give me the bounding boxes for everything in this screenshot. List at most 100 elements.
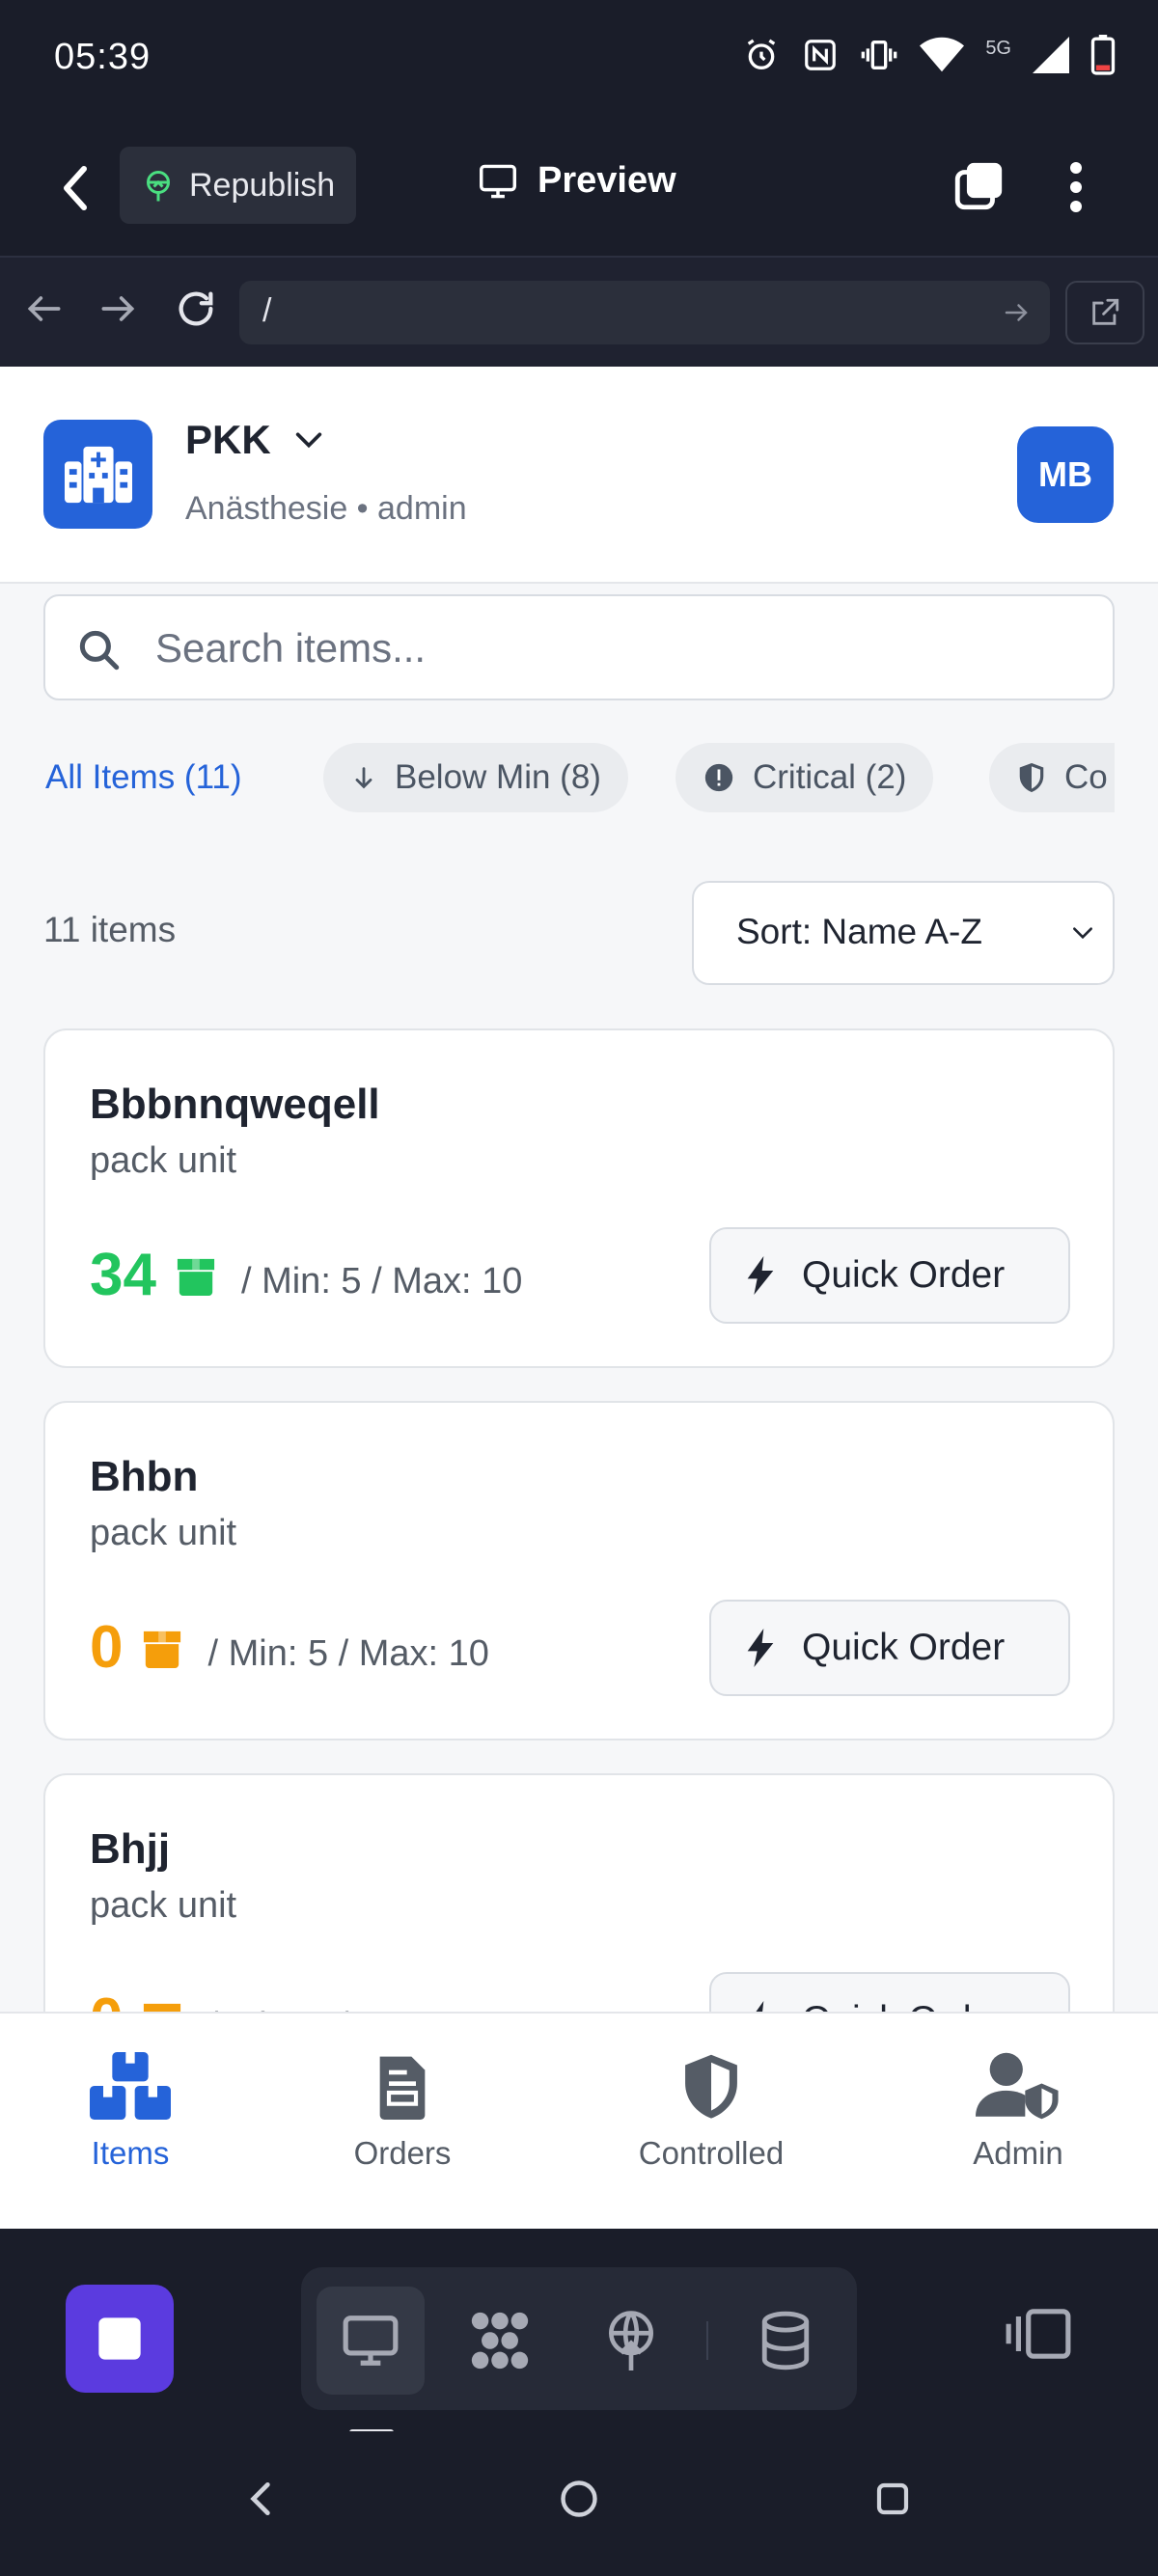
- sort-select[interactable]: Sort: Name A-Z: [692, 881, 1115, 985]
- back-button[interactable]: [53, 159, 99, 217]
- stop-button[interactable]: [66, 2285, 174, 2393]
- filter-critical[interactable]: Critical (2): [676, 743, 934, 812]
- filter-controlled[interactable]: Co: [989, 743, 1115, 812]
- database-icon: [761, 2311, 810, 2370]
- republish-button[interactable]: Republish: [120, 147, 356, 224]
- nfc-icon: [805, 40, 837, 70]
- min-max: / Min: 5 / Max: 10: [207, 1633, 489, 1674]
- url-text: /: [262, 292, 272, 329]
- stop-icon: [98, 2317, 141, 2360]
- shield-icon: [685, 2054, 737, 2119]
- globe-publish-icon: [609, 2311, 653, 2370]
- nav-orders[interactable]: Orders: [282, 2014, 523, 2229]
- quick-order-button[interactable]: Quick Order: [709, 1227, 1070, 1324]
- more-vertical-icon: [1070, 162, 1082, 212]
- system-back-button[interactable]: [241, 2478, 280, 2525]
- tabs-icon: [954, 162, 1003, 210]
- lightning-icon: [747, 1629, 774, 1667]
- more-options-button[interactable]: [1062, 158, 1090, 216]
- arrow-left-icon: [27, 296, 61, 321]
- chevron-down-icon: [1073, 927, 1092, 940]
- arrow-right-icon: [101, 296, 135, 321]
- clock: 05:39: [54, 37, 152, 77]
- item-count: 11 items: [43, 910, 177, 949]
- system-home-button[interactable]: [558, 2478, 600, 2525]
- nav-label: Orders: [353, 2135, 452, 2171]
- monitor-icon: [343, 2316, 399, 2366]
- hospital-logo: [43, 420, 152, 529]
- filter-all-items[interactable]: All Items (11): [43, 743, 269, 812]
- hospital-icon: [64, 446, 132, 503]
- avatar[interactable]: MB: [1017, 426, 1114, 523]
- status-bar: 05:39 5G: [0, 0, 1158, 116]
- database-view-button[interactable]: [731, 2287, 840, 2395]
- alarm-icon: [748, 39, 776, 69]
- item-card[interactable]: Bhbn pack unit 0 / Min: 5 / Max: 10 Quic…: [43, 1401, 1115, 1740]
- monitor-icon: [480, 164, 516, 198]
- open-external-button[interactable]: [1065, 281, 1144, 344]
- lightning-icon: [747, 1256, 774, 1295]
- preview-toolbar: Republish Preview: [0, 116, 1158, 256]
- go-arrow-icon[interactable]: [1002, 296, 1031, 329]
- preview-title: Preview: [478, 160, 676, 202]
- box-icon: [177, 1258, 215, 1296]
- quick-order-button[interactable]: Quick Order: [709, 1600, 1070, 1696]
- arrow-down-icon: [355, 767, 372, 789]
- sort-label: Sort: Name A-Z: [736, 912, 982, 951]
- url-input[interactable]: /: [239, 281, 1050, 344]
- nav-items[interactable]: Items: [10, 2014, 251, 2229]
- search-placeholder: Search items...: [155, 625, 427, 671]
- editor-dock: [0, 2229, 1158, 2435]
- nav-controlled[interactable]: Controlled: [591, 2014, 832, 2229]
- stock-level: 0 / Min: 5 / Max: 10: [90, 1613, 489, 1682]
- side-panel-icon: [1006, 2309, 1071, 2359]
- shield-icon: [1019, 762, 1044, 793]
- item-unit: pack unit: [90, 1140, 237, 1181]
- system-navigation: [0, 2431, 1158, 2576]
- item-name: Bhjj: [90, 1825, 171, 1873]
- reload-button[interactable]: [174, 285, 222, 333]
- recents-icon: [876, 2482, 909, 2515]
- nav-admin[interactable]: Admin: [897, 2014, 1139, 2229]
- app-viewport: PKK Anästhesie • admin MB Search items..…: [0, 367, 1158, 2229]
- status-icons: 5G: [742, 35, 1116, 75]
- preview-view-button[interactable]: [317, 2287, 425, 2395]
- signal-icon: [1033, 37, 1069, 73]
- item-card[interactable]: Bbbnnqweqell pack unit 34 / Min: 5 / Max…: [43, 1028, 1115, 1368]
- refresh-icon: [179, 291, 213, 326]
- agent-icon: [471, 2312, 529, 2370]
- back-icon: [250, 2481, 270, 2516]
- search-icon: [79, 630, 120, 671]
- network-type: 5G: [985, 37, 1011, 59]
- stock-level: 34 / Min: 5 / Max: 10: [90, 1241, 522, 1309]
- org-switcher[interactable]: PKK: [185, 417, 325, 463]
- org-subtitle: Anästhesie • admin: [185, 490, 467, 527]
- deploy-view-button[interactable]: [577, 2287, 685, 2395]
- republish-label: Republish: [189, 166, 336, 204]
- tabs-button[interactable]: [951, 158, 1006, 214]
- filter-below-min[interactable]: Below Min (8): [323, 743, 628, 812]
- item-unit: pack unit: [90, 1513, 237, 1553]
- nav-forward-button[interactable]: [96, 285, 145, 333]
- battery-icon: [1090, 35, 1116, 75]
- box-icon: [144, 1631, 181, 1668]
- stock-qty: 34: [90, 1242, 156, 1308]
- min-max: / Min: 5 / Max: 10: [240, 1261, 523, 1302]
- filter-label: Co: [1064, 758, 1108, 796]
- view-switcher: [301, 2267, 857, 2410]
- app-header: PKK Anästhesie • admin MB: [0, 367, 1158, 584]
- chevron-left-icon: [64, 166, 87, 210]
- nav-label: Controlled: [638, 2135, 785, 2171]
- layout-toggle-button[interactable]: [1004, 2306, 1073, 2367]
- wifi-icon: [920, 37, 965, 72]
- nav-label: Admin: [973, 2135, 1063, 2171]
- system-recents-button[interactable]: [872, 2478, 913, 2525]
- preview-label: Preview: [538, 160, 676, 201]
- publish-icon: [147, 171, 170, 202]
- bottom-nav: Items Orders Controlled Admin: [0, 2012, 1158, 2229]
- item-unit: pack unit: [90, 1885, 237, 1926]
- agent-view-button[interactable]: [446, 2287, 554, 2395]
- nav-back-button[interactable]: [23, 285, 71, 333]
- search-input[interactable]: Search items...: [43, 594, 1115, 700]
- url-bar-row: /: [0, 256, 1158, 367]
